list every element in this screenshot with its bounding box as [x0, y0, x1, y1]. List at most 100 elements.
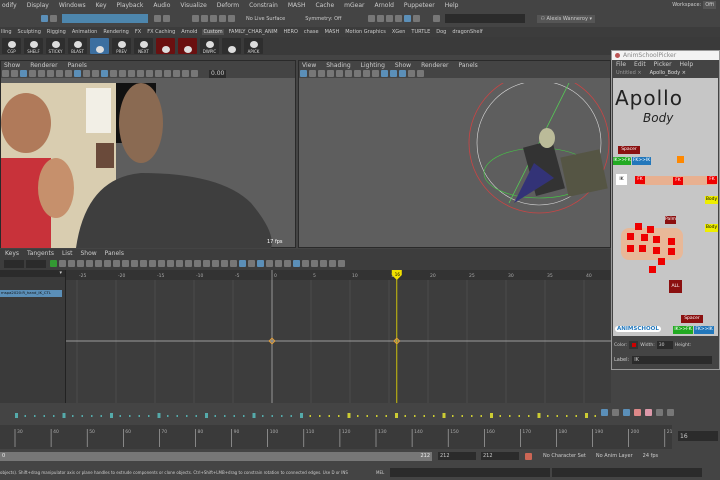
animation-end-field[interactable]: 212: [481, 452, 519, 460]
timeline-key[interactable]: [490, 413, 493, 418]
symmetry-select[interactable]: Symmetry: Off: [305, 16, 341, 22]
fk-button[interactable]: FK: [635, 176, 645, 184]
menu-lighting[interactable]: Lighting: [361, 62, 385, 69]
fps-select[interactable]: 24 fps: [643, 453, 659, 459]
timeline-key[interactable]: [423, 415, 426, 417]
timeline-key[interactable]: [547, 415, 549, 417]
menu-arnold[interactable]: Arnold: [375, 2, 394, 9]
render-icon[interactable]: [368, 15, 376, 22]
timeline-key[interactable]: [376, 415, 378, 417]
graph-ruler[interactable]: [66, 270, 611, 280]
shelf-tab-sculpting[interactable]: Sculpting: [17, 29, 42, 35]
shelf-tab-dragonshelf[interactable]: dragonShelf: [451, 29, 483, 35]
timeline-key[interactable]: [15, 413, 18, 418]
select-icon[interactable]: [41, 15, 48, 22]
shelf-tab-lling[interactable]: lling: [0, 29, 13, 35]
shelf-button[interactable]: BLAST: [68, 38, 87, 54]
time-slider-keys[interactable]: [0, 408, 600, 424]
timeline-key[interactable]: [309, 415, 312, 417]
timeline-key[interactable]: [205, 413, 208, 418]
timeline-key[interactable]: [414, 415, 416, 417]
ik-to-fk-button[interactable]: IK>>FK: [673, 326, 693, 334]
timeline-key[interactable]: [214, 415, 217, 417]
timeline-key[interactable]: [233, 415, 236, 417]
menu-panels[interactable]: Panels: [105, 250, 124, 257]
label-field[interactable]: IK: [632, 356, 713, 364]
shelf-tab-arnold[interactable]: Arnold: [180, 29, 198, 35]
anim-layer-select[interactable]: No Anim Layer: [596, 453, 633, 459]
outliner-item[interactable]: mspa2020:R_hand_IK_CTL: [0, 290, 62, 297]
menu-picker[interactable]: Picker: [654, 61, 672, 68]
menu-constrain[interactable]: Constrain: [249, 2, 278, 9]
timeline-key[interactable]: [176, 415, 179, 417]
fk-button[interactable]: FK: [673, 177, 683, 185]
viewport-right[interactable]: View Shading Lighting Show Renderer Panels: [298, 60, 611, 248]
shelf-tab-animation[interactable]: Animation: [71, 29, 99, 35]
shelf-button[interactable]: [222, 38, 241, 54]
menu-windows[interactable]: Windows: [59, 2, 86, 9]
menu-deform[interactable]: Deform: [217, 2, 239, 9]
menu-shading[interactable]: Shading: [326, 62, 350, 69]
shelf-tab-xgen[interactable]: XGen: [391, 29, 407, 35]
timeline-key[interactable]: [43, 415, 46, 417]
spacer-button[interactable]: Spacer: [618, 146, 640, 154]
timeline-key[interactable]: [300, 413, 303, 418]
shelf-tab-hero[interactable]: HERO: [283, 29, 299, 35]
magnet-icon[interactable]: [201, 15, 208, 22]
picker-canvas[interactable]: Apollo Body Spacer IK>>FK FK>>IK IK FK F…: [613, 78, 718, 336]
time-ruler[interactable]: 30 40 50 60 70 80 90 100 110 120 130 140 150 160 170 18…: [0, 425, 672, 449]
timeline-key[interactable]: [575, 415, 578, 417]
timeline-key[interactable]: [328, 415, 331, 417]
timeline-key[interactable]: [480, 415, 483, 417]
timeline-key[interactable]: [157, 413, 161, 418]
shelf-tab-fx[interactable]: FX: [134, 29, 142, 35]
timeline-key[interactable]: [385, 415, 388, 417]
spacer-button[interactable]: Spacer: [681, 315, 703, 323]
playback-end-field[interactable]: 212: [438, 452, 476, 460]
shelf-tab-turtle[interactable]: TURTLE: [410, 29, 431, 35]
timeline-key[interactable]: [271, 415, 274, 417]
timeline-key[interactable]: [556, 415, 559, 417]
input-icon[interactable]: [433, 15, 441, 22]
timeline-key[interactable]: [404, 415, 407, 417]
timeline-key[interactable]: [594, 415, 597, 417]
menu-puppeteer[interactable]: Puppeteer: [404, 2, 435, 9]
timeline-key[interactable]: [537, 413, 541, 418]
menu-file[interactable]: File: [616, 61, 626, 68]
timeline-key[interactable]: [290, 415, 293, 417]
outliner-filter[interactable]: ▾: [0, 270, 65, 277]
menu-panels[interactable]: Panels: [458, 62, 477, 69]
timeline-key[interactable]: [528, 415, 530, 417]
command-line-input[interactable]: [390, 468, 551, 477]
shelf-tab-family_char_anim[interactable]: FAMILY_CHAR_ANIM: [228, 29, 279, 35]
current-frame-field[interactable]: 16: [678, 431, 718, 441]
shelf-button[interactable]: [90, 38, 109, 54]
magnet-icon[interactable]: [228, 15, 235, 22]
user-menu[interactable]: ⚇ Alexis Wanneroy ▾: [537, 14, 596, 23]
color-swatch[interactable]: [629, 341, 639, 349]
timeline-key[interactable]: [395, 413, 398, 418]
menu-playback[interactable]: Playback: [117, 2, 144, 9]
timeline-key[interactable]: [195, 415, 198, 417]
timeline-key[interactable]: [585, 413, 588, 418]
shelf-tab-rigging[interactable]: Rigging: [46, 29, 67, 35]
magnet-icon[interactable]: [219, 15, 226, 22]
timeline-key[interactable]: [442, 413, 446, 418]
shelf-tab-rendering[interactable]: Rendering: [102, 29, 130, 35]
timeline-key[interactable]: [119, 415, 122, 417]
timeline-key[interactable]: [366, 415, 369, 417]
shelf-button[interactable]: CGP: [2, 38, 21, 54]
timeline-key[interactable]: [452, 415, 454, 417]
menu-help[interactable]: Help: [445, 2, 459, 9]
render-icon[interactable]: [413, 15, 421, 22]
timeline-key[interactable]: [566, 415, 568, 417]
timeline-key[interactable]: [499, 415, 502, 417]
timeline-key[interactable]: [471, 415, 473, 417]
menu-show[interactable]: Show: [4, 62, 20, 69]
menu-mgear[interactable]: mGear: [344, 2, 364, 9]
timeline-key[interactable]: [262, 415, 264, 417]
menu-mash[interactable]: MASH: [288, 2, 306, 9]
settings-icon[interactable]: [656, 409, 663, 416]
timeline-key[interactable]: [24, 415, 27, 417]
timeline-key[interactable]: [129, 415, 131, 417]
